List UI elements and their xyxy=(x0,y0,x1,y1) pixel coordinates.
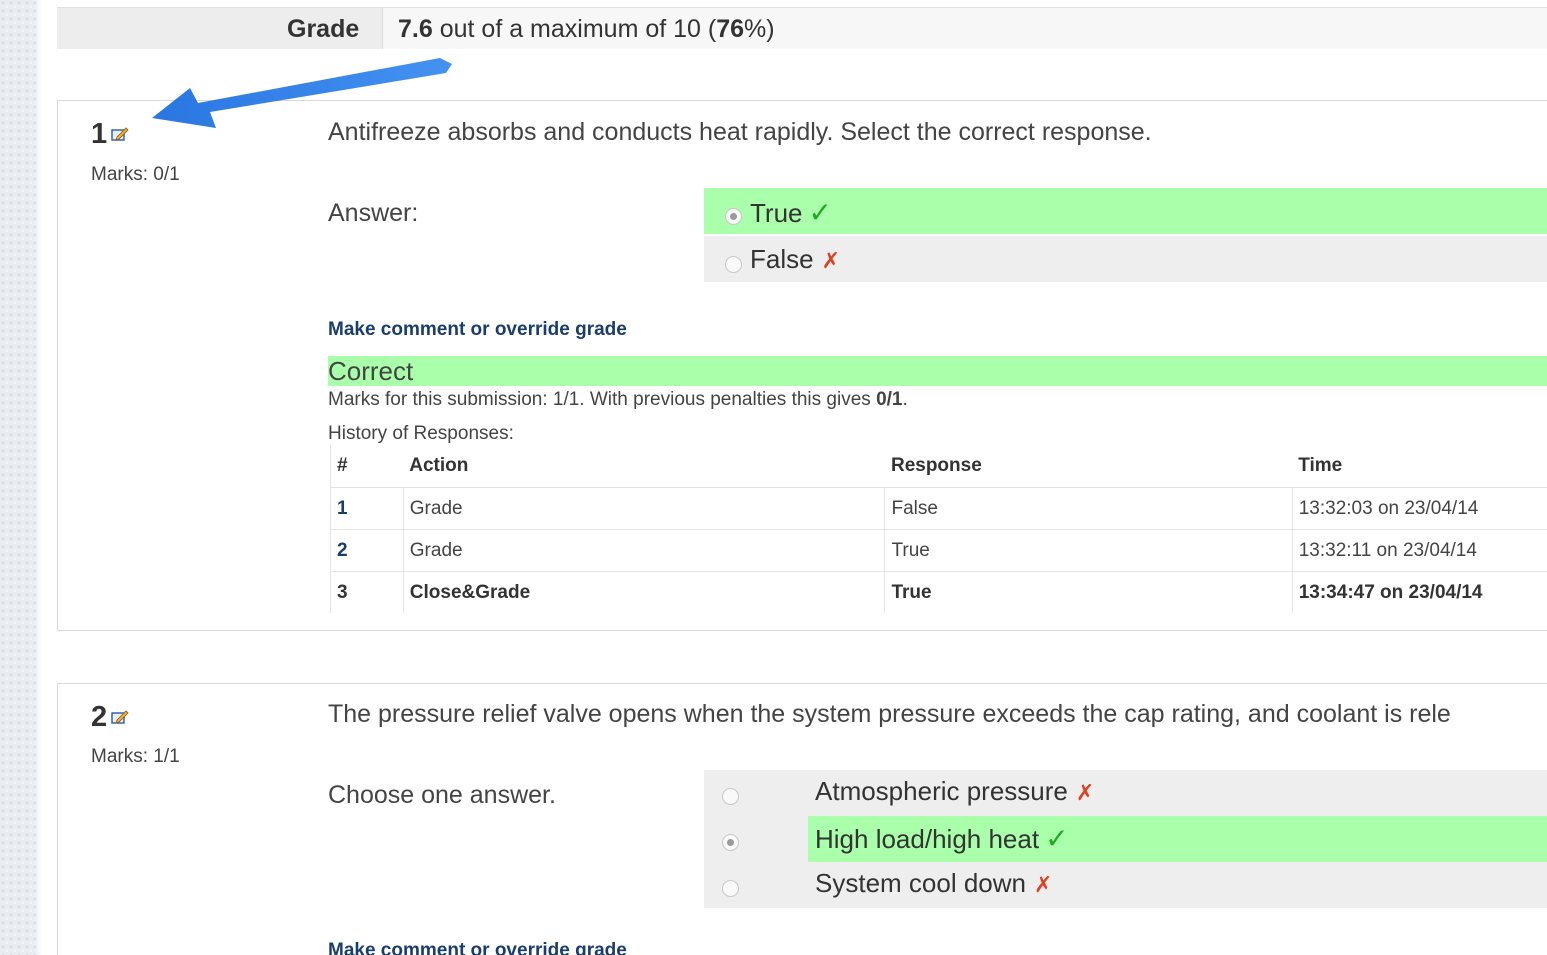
grade-text-end: %) xyxy=(744,15,775,43)
row-action: Grade xyxy=(402,487,885,530)
history-label: History of Responses: xyxy=(328,423,514,444)
option-true[interactable]: True ✓ xyxy=(704,188,1547,234)
row-num: 3 xyxy=(330,571,404,613)
submission-marks: Marks for this submission: 1/1. With pre… xyxy=(328,389,908,411)
radio-system-cool-down[interactable] xyxy=(722,880,739,897)
option-label: False ✗ xyxy=(750,244,840,275)
question-marks: Marks: 1/1 xyxy=(91,746,180,767)
grade-label: Grade xyxy=(287,15,360,43)
submission-score: 0/1 xyxy=(876,389,903,410)
make-comment-link[interactable]: Make comment or override grade xyxy=(328,319,627,341)
history-header-row: # Action Response Time xyxy=(330,445,1547,488)
grade-value: 7.6 out of a maximum of 10 (76%) xyxy=(398,15,775,44)
row-action: Grade xyxy=(402,529,885,572)
check-icon: ✓ xyxy=(1045,823,1069,854)
row-response: True xyxy=(884,571,1293,613)
grade-percent: 76 xyxy=(716,15,745,43)
edit-icon[interactable] xyxy=(111,117,129,150)
table-row: 2 Grade True 13:32:11 on 23/04/14 xyxy=(330,529,1547,572)
question-number: 2 xyxy=(91,701,129,735)
quiz-review-page: Grade 7.6 out of a maximum of 10 (76%) 1… xyxy=(0,0,1547,955)
submission-text: Marks for this submission: 1/1. With pre… xyxy=(328,389,877,410)
row-time: 13:34:47 on 23/04/14 xyxy=(1291,571,1547,613)
option-label-text: System cool down xyxy=(815,868,1026,898)
option-false[interactable]: False ✗ xyxy=(704,236,1547,282)
grade-score: 7.6 xyxy=(398,15,433,43)
question-1-box: 1 Marks: 0/1 Antifreeze absorbs and cond… xyxy=(57,100,1547,631)
cross-icon: ✗ xyxy=(1075,780,1095,805)
question-marks: Marks: 0/1 xyxy=(91,164,180,185)
feedback-text: Correct xyxy=(328,356,414,386)
radio-atmospheric-pressure[interactable] xyxy=(722,788,739,805)
question-number-text: 1 xyxy=(91,118,108,150)
question-text: The pressure relief valve opens when the… xyxy=(328,700,1451,728)
option-label: High load/high heat ✓ xyxy=(815,822,1069,855)
answer-label: Answer: xyxy=(328,199,419,227)
check-icon: ✓ xyxy=(808,197,832,228)
option-label-text: High load/high heat xyxy=(815,824,1040,854)
submission-end: . xyxy=(902,389,908,410)
row-time: 13:32:11 on 23/04/14 xyxy=(1291,529,1547,572)
cross-icon: ✗ xyxy=(1033,872,1053,897)
option-label-text: True xyxy=(750,198,803,228)
row-action: Close&Grade xyxy=(402,571,885,613)
table-row: 3 Close&Grade True 13:34:47 on 23/04/14 xyxy=(330,571,1547,613)
left-pattern-strip xyxy=(0,0,42,955)
question-text: Antifreeze absorbs and conducts heat rap… xyxy=(328,118,1152,146)
answer-label: Choose one answer. xyxy=(328,781,556,809)
question-number-text: 2 xyxy=(91,701,108,733)
option-label: Atmospheric pressure ✗ xyxy=(815,776,1094,807)
option-system-cool-down[interactable]: System cool down ✗ xyxy=(704,862,1547,908)
grade-value-cell: 7.6 out of a maximum of 10 (76%) xyxy=(382,8,1547,49)
feedback-correct: Correct xyxy=(328,356,1547,386)
make-comment-link[interactable]: Make comment or override grade xyxy=(328,940,627,955)
header-action: Action xyxy=(403,445,885,488)
row-num: 2 xyxy=(330,529,404,572)
row-num: 1 xyxy=(330,487,404,530)
grade-summary-row: Grade 7.6 out of a maximum of 10 (76%) xyxy=(57,7,1547,49)
option-label: True ✓ xyxy=(750,196,832,229)
table-row: 1 Grade False 13:32:03 on 23/04/14 xyxy=(330,487,1547,530)
row-response: True xyxy=(884,529,1293,572)
cross-icon: ✗ xyxy=(821,248,841,273)
option-label: System cool down ✗ xyxy=(815,868,1052,899)
option-label-text: Atmospheric pressure xyxy=(815,776,1068,806)
option-label-text: False xyxy=(750,244,814,274)
header-num: # xyxy=(330,445,404,488)
radio-false[interactable] xyxy=(725,256,742,273)
row-time: 13:32:03 on 23/04/14 xyxy=(1291,487,1547,530)
header-response: Response xyxy=(884,445,1293,488)
question-2-box: 2 Marks: 1/1 The pressure relief valve o… xyxy=(57,683,1547,955)
question-number: 1 xyxy=(91,118,129,152)
history-table: # Action Response Time 1 Grade False 13:… xyxy=(330,445,1547,613)
header-time: Time xyxy=(1292,445,1547,488)
row-response: False xyxy=(884,487,1293,530)
radio-high-load-high-heat[interactable] xyxy=(722,834,739,851)
option-atmospheric-pressure[interactable]: Atmospheric pressure ✗ xyxy=(704,770,1547,816)
grade-text-mid: out of a maximum of 10 ( xyxy=(432,15,717,43)
edit-icon[interactable] xyxy=(111,700,129,733)
option-high-load-high-heat[interactable]: High load/high heat ✓ xyxy=(704,816,1547,862)
radio-true[interactable] xyxy=(725,208,742,225)
